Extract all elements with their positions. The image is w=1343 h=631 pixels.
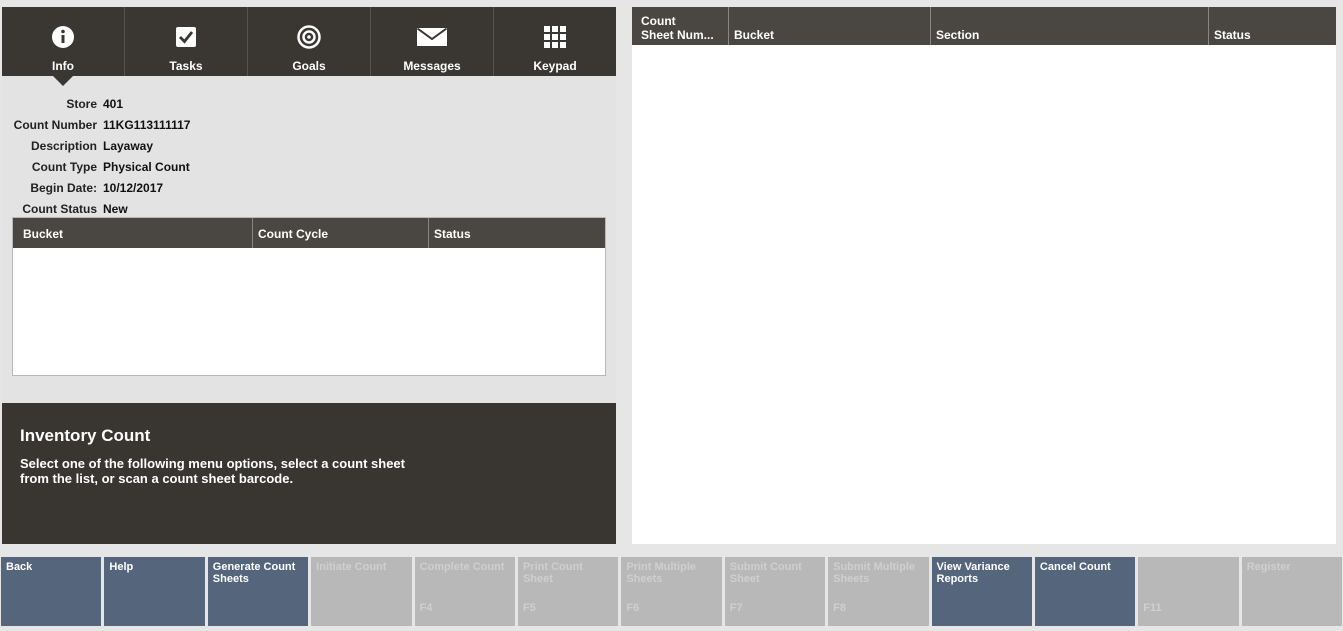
initiate-count-button[interactable]: Initiate Count (311, 557, 412, 626)
button-label: Register (1246, 561, 1291, 573)
description-value: Layaway (103, 138, 154, 153)
column-header-status[interactable]: Status (1208, 7, 1336, 45)
count-info: Store 401 Count Number 11KG113111117 Des… (2, 93, 616, 219)
count-type-value: Physical Count (103, 159, 190, 174)
info-row-count-type: Count Type Physical Count (2, 156, 616, 177)
bucket-table[interactable]: Bucket Count Cycle Status (12, 217, 606, 376)
function-key-label: F4 (419, 602, 433, 614)
count-status-label: Count Status (22, 201, 97, 216)
column-header-count-cycle[interactable]: Count Cycle (252, 218, 428, 248)
tab-info[interactable]: Info (2, 7, 124, 86)
function-key-label: F8 (833, 602, 846, 614)
function-key-label: F7 (729, 602, 743, 614)
description-label: Description (30, 138, 97, 153)
button-label: Generate Count Sheets (212, 561, 296, 585)
help-button[interactable]: Help (104, 557, 205, 626)
tab-bar: Info Tasks Goals Messages Keypad (2, 7, 616, 86)
button-label: Cancel Count (1039, 561, 1111, 573)
column-header-label: Bucket (734, 28, 775, 42)
cancel-count-button[interactable]: Cancel Count (1034, 557, 1136, 626)
column-header-label: Section (936, 28, 980, 42)
column-header-bucket[interactable]: Bucket (13, 218, 252, 248)
column-header-label: Status (1214, 28, 1251, 42)
store-label: Store (66, 96, 97, 111)
tab-label: Goals (292, 59, 326, 73)
info-icon (51, 25, 75, 49)
begin-date-label: Begin Date: (30, 180, 97, 195)
prompt-text: Select one of the following menu options… (20, 456, 405, 486)
column-header-section[interactable]: Section (930, 7, 1208, 45)
print-count-sheet-button[interactable]: Print Count Sheet F5 (517, 557, 619, 626)
column-header-status[interactable]: Status (428, 218, 605, 248)
column-header-bucket[interactable]: Bucket (728, 7, 930, 45)
bucket-table-header: Bucket Count Cycle Status (13, 218, 605, 248)
button-label: Back (6, 561, 33, 573)
print-multiple-sheets-button[interactable]: Print Multiple Sheets F6 (621, 557, 722, 626)
function-key-bar: Back Help Generate Count Sheets Initiate… (0, 557, 1343, 626)
count-sheet-table-header: Count Sheet Num... Bucket Section Status (632, 7, 1336, 45)
target-icon (297, 25, 321, 49)
left-panel: Info Tasks Goals Messages Keypad Store 4… (2, 7, 616, 544)
prompt-message-box: Inventory Count Select one of the follow… (2, 403, 616, 544)
function-key-label: F6 (626, 602, 640, 614)
submit-count-sheet-button[interactable]: Submit Count Sheet F7 (724, 557, 826, 626)
tab-keypad[interactable]: Keypad (493, 7, 616, 76)
keypad-icon (543, 25, 567, 49)
info-row-description: Description Layaway (2, 135, 616, 156)
back-button[interactable]: Back (1, 557, 102, 626)
button-label: Complete Count (419, 561, 505, 573)
info-row-store: Store 401 (2, 93, 616, 114)
column-header-count-sheet-number[interactable]: Count Sheet Num... (632, 7, 728, 45)
prompt-title: Inventory Count (20, 426, 151, 445)
tab-label: Tasks (169, 59, 203, 73)
button-label: Initiate Count (316, 561, 387, 573)
info-row-begin-date: Begin Date: 10/12/2017 (2, 177, 616, 198)
count-sheet-list[interactable]: Count Sheet Num... Bucket Section Status (632, 7, 1336, 544)
button-label: View Variance Reports (936, 561, 1010, 585)
begin-date-value: 10/12/2017 (103, 180, 164, 195)
register-button[interactable]: Register (1241, 557, 1343, 626)
tab-label: Keypad (533, 59, 577, 73)
count-status-value: New (103, 201, 128, 216)
complete-count-button[interactable]: Complete Count F4 (414, 557, 515, 626)
button-label: Print Multiple Sheets (626, 561, 697, 585)
function-key-label: F11 (1143, 602, 1162, 614)
count-number-value: 11KG113111117 (103, 117, 191, 132)
count-type-label: Count Type (31, 159, 97, 174)
info-row-count-status: Count Status New (2, 198, 616, 219)
tab-label: Info (52, 59, 74, 73)
tab-messages[interactable]: Messages (370, 7, 493, 76)
view-variance-reports-button[interactable]: View Variance Reports (931, 557, 1032, 626)
tab-goals[interactable]: Goals (247, 7, 370, 76)
column-header-label: Count Sheet Num... (641, 14, 714, 42)
info-row-count-number: Count Number 11KG113111117 (2, 114, 616, 135)
store-value: 401 (103, 96, 124, 111)
function-key-label: F5 (522, 602, 536, 614)
generate-count-sheets-button[interactable]: Generate Count Sheets (207, 557, 309, 626)
button-label: Help (109, 561, 134, 573)
count-number-label: Count Number (13, 117, 97, 132)
tab-tasks[interactable]: Tasks (124, 7, 247, 76)
checkbox-icon (174, 25, 198, 49)
button-label: Submit Multiple Sheets (833, 561, 916, 585)
button-label: Submit Count Sheet (729, 561, 802, 585)
button-label: Print Count Sheet (522, 561, 583, 585)
f11-button[interactable]: F11 (1138, 557, 1239, 626)
submit-multiple-sheets-button[interactable]: Submit Multiple Sheets F8 (828, 557, 929, 626)
tab-label: Messages (403, 59, 461, 73)
envelope-icon (416, 25, 448, 49)
